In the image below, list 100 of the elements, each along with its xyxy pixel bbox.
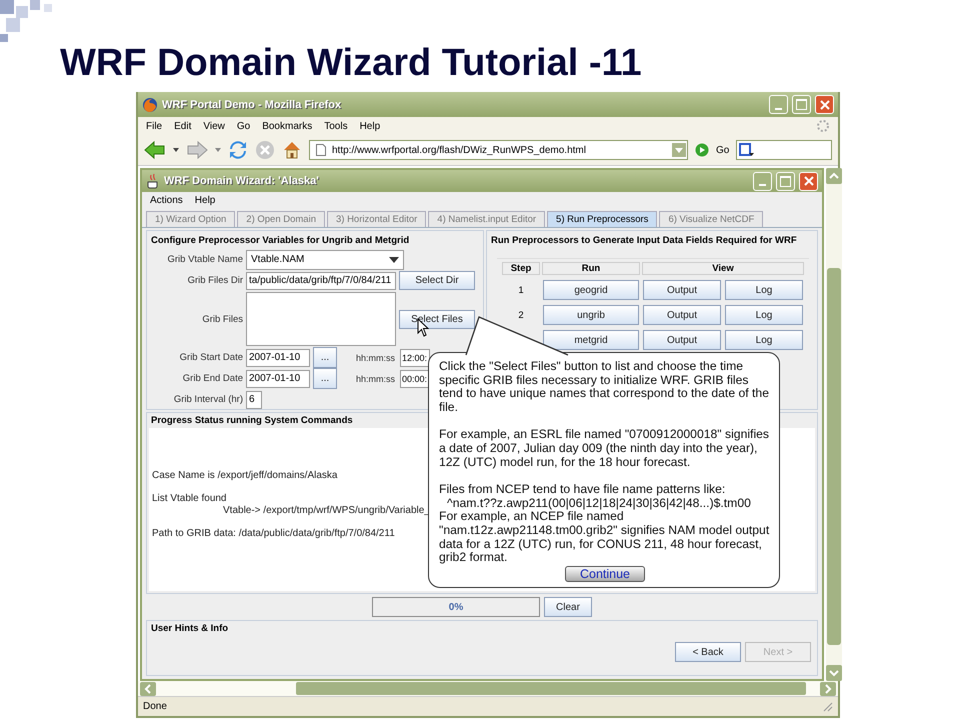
panel-title: Progress Status running System Commands xyxy=(150,414,354,428)
run-step-button[interactable]: ungrib xyxy=(543,305,639,325)
java-cup-icon xyxy=(146,173,160,189)
home-icon[interactable] xyxy=(282,140,302,160)
column-header: View xyxy=(642,262,804,275)
go-icon[interactable] xyxy=(695,143,709,157)
dropdown-caret-icon[interactable] xyxy=(173,148,179,152)
menu-item[interactable]: Edit xyxy=(174,120,192,132)
tab[interactable]: 3) Horizontal Editor xyxy=(326,211,426,227)
page-icon xyxy=(316,144,326,156)
panel-title: User Hints & Info xyxy=(150,622,230,636)
output-button[interactable]: Output xyxy=(643,330,721,350)
output-button[interactable]: Output xyxy=(643,305,721,325)
time-field[interactable]: 12:00: xyxy=(400,348,430,366)
close-button[interactable] xyxy=(799,172,818,190)
tab[interactable]: 5) Run Preprocessors xyxy=(547,211,658,227)
vtable-dropdown[interactable]: Vtable.NAM xyxy=(246,250,404,270)
run-step-button[interactable]: geogrid xyxy=(543,280,639,300)
resize-grip-icon xyxy=(823,702,833,712)
menu-item[interactable]: Bookmarks xyxy=(262,120,312,132)
output-button[interactable]: Output xyxy=(643,280,721,300)
select-dir-button[interactable]: Select Dir xyxy=(399,271,475,290)
directory-field[interactable]: ta/public/data/grib/ftp/7/0/84/211 xyxy=(246,272,396,290)
log-button[interactable]: Log xyxy=(725,330,803,350)
menu-item[interactable]: Actions xyxy=(150,195,183,206)
hint-text: ^nam.t??z.awp211(00|06|12|18|24|30|36|42|48...)$.tm00 xyxy=(446,496,752,510)
continue-button[interactable]: Continue xyxy=(564,566,646,582)
address-bar[interactable]: http://www.wrfportal.org/flash/DWiz_RunWPS_demo.html xyxy=(309,140,688,160)
progress-percent: 0% xyxy=(448,602,464,612)
reload-icon[interactable] xyxy=(228,140,248,160)
menu-item[interactable]: View xyxy=(203,120,225,132)
forward-arrow-icon[interactable] xyxy=(186,140,208,160)
stop-icon[interactable] xyxy=(255,140,275,160)
menu-item[interactable]: Help xyxy=(194,195,216,206)
panel-title: Run Preprocessors to Generate Input Data Fields Required for WRF xyxy=(490,234,798,248)
date-picker-button[interactable]: ... xyxy=(313,368,337,389)
log-line: Path to GRIB data: /data/public/data/grib/ftp/7/0/84/211 xyxy=(151,528,395,539)
status-text: Done xyxy=(143,701,167,712)
panel-title: Configure Preprocessor Variables for Ungrib and Metgrid xyxy=(150,234,410,248)
search-engine-icon[interactable] xyxy=(739,143,756,157)
run-step-button[interactable]: metgrid xyxy=(543,330,639,350)
scroll-down-icon[interactable] xyxy=(826,665,842,681)
date-field[interactable]: 2007-01-10 xyxy=(246,348,310,366)
field-label: Grib Files Dir xyxy=(186,275,243,286)
hint-text: For example, an ESRL file named "0700912000018" signifies a date of 2007, Julian day 009 (the ninth day into the year), 12Z (UTC) model run, for the 18 hour forecast. xyxy=(439,428,770,470)
scroll-left-icon[interactable] xyxy=(140,682,156,696)
menu-item[interactable]: Help xyxy=(360,120,380,132)
throbber-icon xyxy=(816,119,830,133)
field-label: Grib Start Date xyxy=(178,352,243,363)
back-button[interactable]: < Back xyxy=(675,642,741,662)
search-field[interactable] xyxy=(736,140,832,160)
clear-button[interactable]: Clear xyxy=(544,597,592,617)
vertical-scrollbar[interactable] xyxy=(826,168,842,681)
window-title: WRF Portal Demo - Mozilla Firefox xyxy=(162,98,342,110)
dropdown-icon[interactable] xyxy=(672,143,686,157)
log-line: Vtable-> /export/tmp/wrf/WPS/ungrib/Variable_ xyxy=(222,505,430,516)
close-icon xyxy=(820,100,830,110)
window-title: WRF Domain Wizard: 'Alaska' xyxy=(164,175,319,187)
field-label: Grib Files xyxy=(201,314,243,324)
log-line: List Vtable found xyxy=(151,493,226,504)
back-arrow-icon[interactable] xyxy=(144,140,166,160)
interval-field[interactable]: 6 xyxy=(246,390,262,408)
close-button[interactable] xyxy=(815,95,834,114)
menu-item[interactable]: File xyxy=(146,120,162,132)
maximize-button[interactable] xyxy=(792,95,811,114)
hint-text: Click the "Select Files" button to list and choose the time specific GRIB files necessary to initialize WRF. GRIB files tend to have unique names that correspond to the date of the file. xyxy=(439,360,770,414)
field-label: Grib Interval (hr) xyxy=(172,394,243,405)
menu-item[interactable]: Go xyxy=(236,120,250,132)
step-number: 1 xyxy=(518,284,524,296)
tab[interactable]: 4) Namelist.input Editor xyxy=(428,211,546,227)
column-header: Run xyxy=(542,262,640,275)
log-button[interactable]: Log xyxy=(725,305,803,325)
field-label: hh:mm:ss xyxy=(356,352,396,362)
step-number: 2 xyxy=(518,310,524,320)
field-label: hh:mm:ss xyxy=(356,374,396,384)
date-picker-button[interactable]: ... xyxy=(313,347,337,368)
files-list-field[interactable] xyxy=(246,292,396,346)
scroll-right-icon[interactable] xyxy=(820,682,836,696)
tab[interactable]: 1) Wizard Option xyxy=(146,211,236,227)
minimize-button[interactable] xyxy=(753,172,772,190)
close-icon xyxy=(804,176,814,186)
maximize-button[interactable] xyxy=(776,172,795,190)
hint-text: For example, an NCEP file named "nam.t12z.awp21148.tm00.grib2" signifies NAM model output data for a 12Z (UTC) run, for CONUS 211, 48 hour forecast, grib2 format. xyxy=(439,510,770,565)
menu-item[interactable]: Tools xyxy=(324,120,348,132)
hint-text: Files from NCEP tend to have file name patterns like: xyxy=(439,483,726,497)
tab[interactable]: 2) Open Domain xyxy=(237,211,325,227)
dropdown-caret-icon[interactable] xyxy=(389,256,399,262)
slide-title: WRF Domain Wizard Tutorial -11 xyxy=(60,42,642,85)
tab[interactable]: 6) Visualize NetCDF xyxy=(659,211,764,227)
select-files-button[interactable]: Select Files xyxy=(399,310,475,328)
log-line: Case Name is /export/jeff/domains/Alaska xyxy=(151,470,338,481)
date-field[interactable]: 2007-01-10 xyxy=(246,370,310,388)
horizontal-scrollbar[interactable] xyxy=(138,681,838,696)
minimize-button[interactable] xyxy=(769,95,788,114)
time-field[interactable]: 00:00: xyxy=(400,370,430,388)
go-button[interactable]: Go xyxy=(716,144,730,156)
scroll-up-icon[interactable] xyxy=(826,168,842,184)
log-button[interactable]: Log xyxy=(725,280,803,300)
field-label: Grib End Date xyxy=(182,373,243,384)
column-header: Step xyxy=(502,262,540,275)
